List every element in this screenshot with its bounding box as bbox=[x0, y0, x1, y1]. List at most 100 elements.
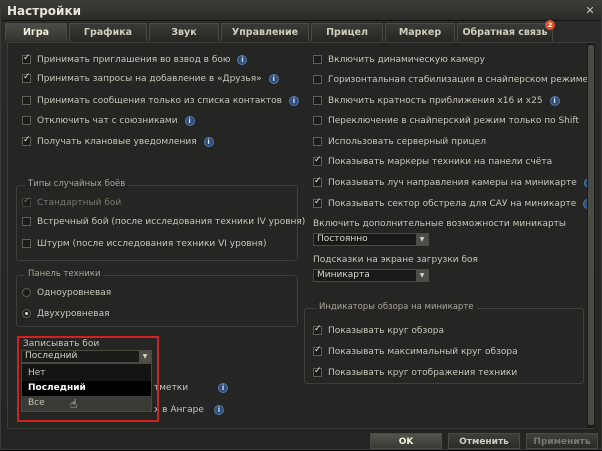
tab-crosshair[interactable]: Прицел bbox=[311, 23, 383, 41]
tab-label: Управление bbox=[231, 27, 299, 38]
option-label: Принимать запросы на добавление в «Друзь… bbox=[37, 73, 262, 84]
info-icon[interactable]: i bbox=[184, 115, 195, 126]
settings-window: Настройки ✕ Игра Графика Звук Управление… bbox=[0, 0, 602, 450]
info-icon[interactable]: i bbox=[218, 382, 229, 393]
tab-bar: Игра Графика Звук Управление Прицел Марк… bbox=[5, 20, 597, 41]
checkbox[interactable] bbox=[313, 96, 322, 105]
checkbox[interactable] bbox=[22, 135, 31, 146]
checkbox[interactable] bbox=[313, 345, 322, 356]
tab-graphics[interactable]: Графика bbox=[69, 23, 147, 41]
annotation-highlight-box bbox=[17, 336, 159, 422]
option-label: Включить кратность приближения x16 и x25 bbox=[328, 95, 543, 106]
group-title: Панель техники bbox=[25, 269, 104, 279]
option-draw-distance-circle[interactable]: Показывать круг отображения техники bbox=[313, 366, 517, 379]
option-label: Показывать сектор обстрела для САУ на ми… bbox=[328, 198, 577, 209]
tab-label: Игра bbox=[22, 27, 50, 38]
checkbox[interactable] bbox=[313, 366, 322, 377]
option-label: Показывать максимальный круг обзора bbox=[328, 346, 518, 357]
checkbox[interactable] bbox=[313, 55, 322, 64]
hidden-option-row[interactable]: тметки i bbox=[154, 381, 229, 394]
option-label: Показывать маркеры техники на панели счё… bbox=[328, 156, 553, 167]
tab-label: Звук bbox=[171, 27, 197, 38]
chevron-down-icon[interactable]: ▼ bbox=[416, 270, 428, 281]
option-camera-ray-minimap[interactable]: Показывать луч направления камеры на мин… bbox=[313, 176, 594, 189]
option-label: Принимать приглашения во взвод в бою bbox=[37, 54, 231, 65]
radio-button[interactable] bbox=[22, 309, 31, 318]
option-contacts-only[interactable]: Принимать сообщения только из списка кон… bbox=[22, 94, 299, 107]
option-max-view-circle[interactable]: Показывать максимальный круг обзора bbox=[313, 345, 518, 358]
option-zoom-x16-x25[interactable]: Включить кратность приближения x16 и x25… bbox=[313, 94, 560, 107]
hidden-option-row[interactable]: х в Ангаре i bbox=[154, 403, 224, 416]
option-vehicle-markers-score[interactable]: Показывать маркеры техники на панели счё… bbox=[313, 155, 552, 168]
info-icon[interactable]: i bbox=[203, 136, 214, 147]
info-icon[interactable]: i bbox=[549, 95, 560, 106]
checkbox[interactable] bbox=[313, 176, 322, 187]
group-title: Типы случайных боёв bbox=[25, 179, 129, 189]
option-label: Показывать круг обзора bbox=[328, 325, 444, 336]
option-clan-notifications[interactable]: Получать клановые уведомления i bbox=[22, 135, 214, 148]
info-icon[interactable]: i bbox=[237, 54, 248, 65]
option-encounter-battle[interactable]: Встречный бой (после исследования техник… bbox=[22, 215, 305, 228]
option-sniper-shift-only[interactable]: Переключение в снайперский режим только … bbox=[313, 114, 579, 127]
tab-label: Прицел bbox=[326, 27, 368, 38]
tab-feedback[interactable]: Обратная связь 2 bbox=[457, 20, 555, 41]
chevron-down-icon[interactable]: ▼ bbox=[416, 234, 428, 245]
option-disable-ally-chat[interactable]: Отключить чат с союзниками i bbox=[22, 114, 195, 127]
title-bar[interactable]: Настройки ✕ bbox=[1, 1, 601, 21]
option-standard-battle: Стандартный бой bbox=[22, 196, 121, 209]
tab-controls[interactable]: Управление bbox=[221, 23, 309, 41]
option-label: тметки bbox=[154, 382, 189, 393]
option-spg-sector-minimap[interactable]: Показывать сектор обстрела для САУ на ми… bbox=[313, 197, 594, 210]
option-dynamic-camera[interactable]: Включить динамическую камеру bbox=[313, 53, 485, 66]
checkbox bbox=[22, 196, 31, 207]
close-icon[interactable]: ✕ bbox=[583, 4, 597, 17]
option-label: Включить динамическую камеру bbox=[328, 54, 485, 65]
checkbox[interactable] bbox=[22, 96, 31, 105]
checkbox[interactable] bbox=[313, 155, 322, 166]
option-view-circle[interactable]: Показывать круг обзора bbox=[313, 324, 444, 337]
info-icon[interactable]: i bbox=[268, 73, 279, 84]
option-label: Использовать серверный прицел bbox=[328, 136, 486, 147]
loading-hints-select[interactable]: Миникарта ▼ bbox=[313, 269, 429, 282]
checkbox[interactable] bbox=[22, 53, 31, 64]
option-single-tier[interactable]: Одноуровневая bbox=[22, 286, 111, 299]
tab-game[interactable]: Игра bbox=[5, 23, 67, 41]
info-icon[interactable]: i bbox=[288, 95, 299, 106]
option-label: Показывать круг отображения техники bbox=[328, 367, 518, 378]
checkbox[interactable] bbox=[313, 75, 322, 84]
checkbox[interactable] bbox=[313, 324, 322, 335]
checkbox[interactable] bbox=[22, 116, 31, 125]
cancel-button[interactable]: Отменить bbox=[448, 433, 520, 449]
scrollbar[interactable] bbox=[587, 43, 595, 428]
checkbox[interactable] bbox=[313, 137, 322, 146]
select-value: Миникарта bbox=[317, 270, 370, 280]
option-platoon-invites[interactable]: Принимать приглашения во взвод в бою i bbox=[22, 53, 248, 66]
window-title: Настройки bbox=[7, 4, 82, 18]
hand-cursor-icon: ☝ bbox=[70, 397, 78, 411]
tab-sound[interactable]: Звук bbox=[149, 23, 219, 41]
option-label: Штурм (после исследования техники VI уро… bbox=[37, 238, 267, 249]
option-label: Показывать луч направления камеры на мин… bbox=[328, 177, 577, 188]
option-label: х в Ангаре bbox=[154, 404, 204, 415]
minimap-features-select[interactable]: Постоянно ▼ bbox=[313, 233, 429, 246]
option-horizontal-stabilization[interactable]: Горизонтальная стабилизация в снайперско… bbox=[313, 73, 588, 86]
tab-marker[interactable]: Маркер bbox=[385, 23, 455, 41]
checkbox[interactable] bbox=[22, 217, 31, 226]
apply-button[interactable]: Применить bbox=[526, 433, 598, 449]
checkbox[interactable] bbox=[313, 197, 322, 208]
radio-button[interactable] bbox=[22, 288, 31, 297]
info-icon[interactable]: i bbox=[213, 404, 224, 415]
option-label: Переключение в снайперский режим только … bbox=[328, 115, 579, 126]
option-friend-requests[interactable]: Принимать запросы на добавление в «Друзь… bbox=[22, 72, 279, 85]
ok-button[interactable]: OK bbox=[370, 433, 442, 449]
select-value: Постоянно bbox=[317, 234, 368, 244]
checkbox[interactable] bbox=[22, 239, 31, 248]
checkbox[interactable] bbox=[313, 116, 322, 125]
tab-label: Маркер bbox=[398, 27, 442, 38]
scrollbar-thumb[interactable] bbox=[588, 45, 594, 425]
checkbox[interactable] bbox=[22, 72, 31, 83]
option-label: Двухуровневая bbox=[37, 308, 110, 319]
option-assault-battle[interactable]: Штурм (после исследования техники VI уро… bbox=[22, 237, 266, 250]
option-server-reticle[interactable]: Использовать серверный прицел bbox=[313, 135, 486, 148]
option-double-tier[interactable]: Двухуровневая bbox=[22, 307, 110, 320]
